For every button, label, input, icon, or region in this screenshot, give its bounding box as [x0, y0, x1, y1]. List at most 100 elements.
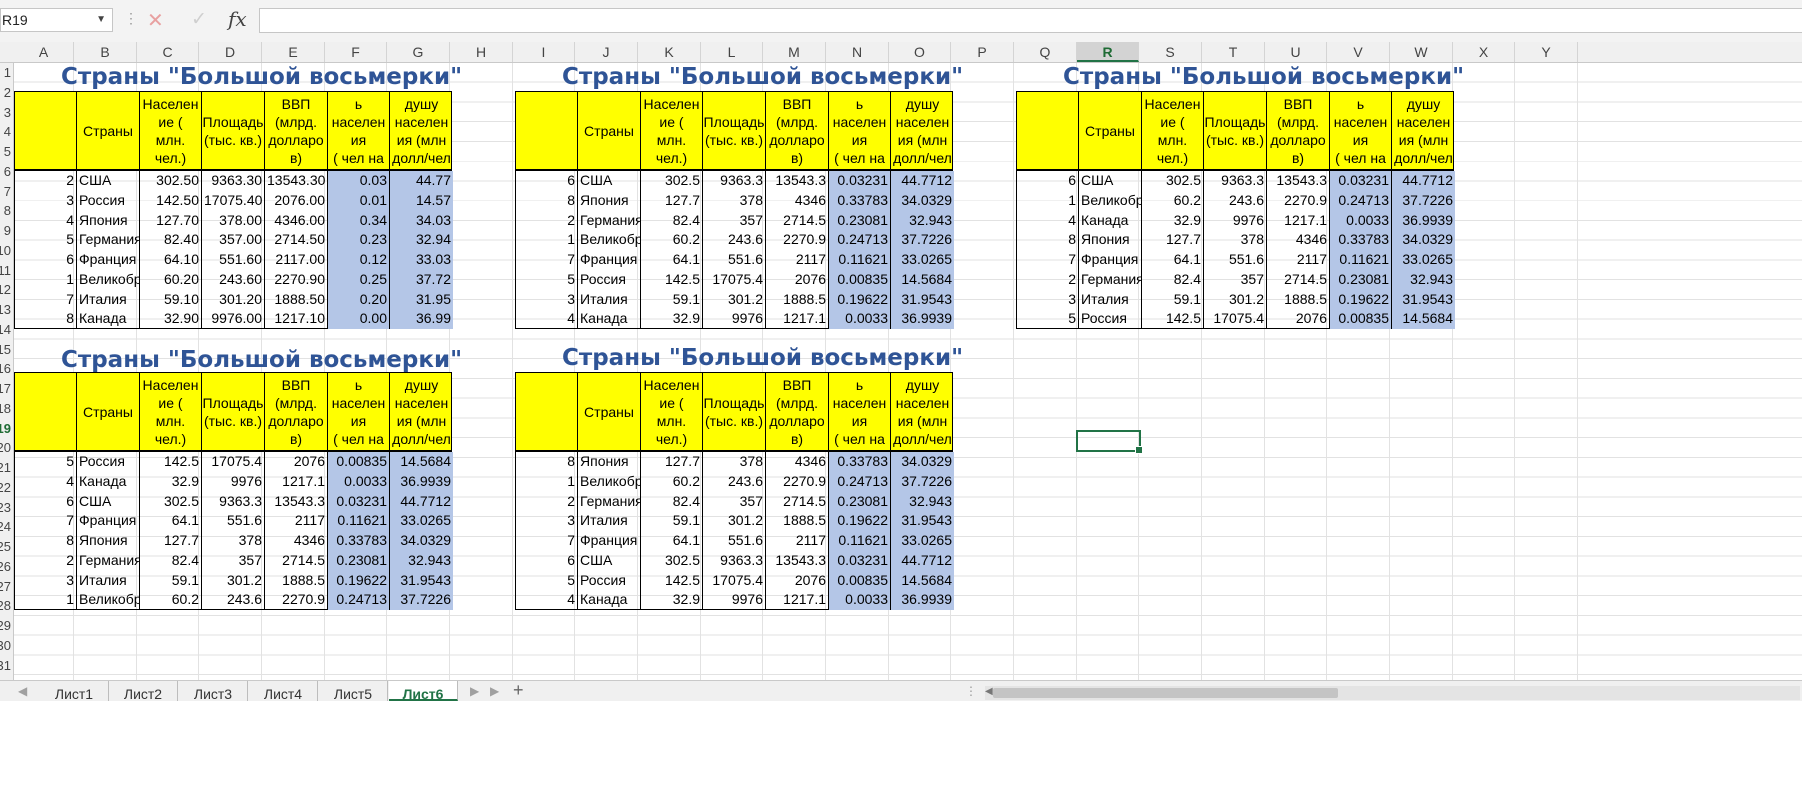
table-cell[interactable]: 6 — [15, 491, 77, 512]
table-cell[interactable]: 82.4 — [641, 210, 703, 231]
table-cell[interactable]: Италия — [77, 289, 140, 310]
row-header-1[interactable]: 1 — [0, 65, 11, 80]
table-cell[interactable]: Канада — [1079, 210, 1142, 231]
column-header-u[interactable]: U — [1265, 42, 1327, 62]
sheet-tab-2[interactable]: Лист2 — [109, 681, 178, 701]
table-cell[interactable]: 1 — [15, 590, 77, 610]
table-cell[interactable]: 357 — [703, 210, 766, 231]
table-cell[interactable]: 44.7712 — [390, 491, 453, 512]
table-cell[interactable]: Великобр — [578, 471, 641, 492]
header-cell[interactable]: Площадь (тыс. кв.) — [703, 373, 766, 450]
row-header-15[interactable]: 15 — [0, 342, 11, 357]
table-cell[interactable]: 34.0329 — [390, 531, 453, 551]
table-cell[interactable]: 1888.5 — [1267, 289, 1330, 310]
table-cell[interactable]: 0.03231 — [1330, 171, 1392, 191]
table-cell[interactable]: Япония — [1079, 230, 1142, 250]
table-cell[interactable]: 2714.5 — [265, 550, 328, 571]
table-cell[interactable]: Франция — [77, 250, 140, 270]
column-header-t[interactable]: T — [1202, 42, 1265, 62]
table-cell[interactable]: 301.2 — [202, 570, 265, 591]
table-cell[interactable]: 7 — [516, 250, 578, 270]
table-cell[interactable]: 302.50 — [140, 171, 202, 191]
table-cell[interactable]: 1888.5 — [766, 511, 829, 531]
table-cell[interactable]: 4346 — [265, 531, 328, 551]
table-cell[interactable]: 9363.3 — [202, 491, 265, 512]
table-cell[interactable]: 2714.50 — [265, 230, 328, 250]
table-cell[interactable]: 3 — [15, 570, 77, 591]
table-cell[interactable]: 2 — [15, 171, 77, 191]
table-cell[interactable]: 13543.3 — [1267, 171, 1330, 191]
row-header-19[interactable]: 19 — [0, 421, 11, 436]
table-cell[interactable]: 6 — [516, 550, 578, 571]
table-cell[interactable]: 0.0033 — [1330, 210, 1392, 231]
header-cell[interactable]: душу населен ия (млн долл/чел — [390, 92, 453, 169]
table-cell[interactable]: 0.33783 — [829, 190, 891, 211]
header-cell[interactable]: ь населен ия( чел на — [328, 92, 390, 169]
table-cell[interactable]: Канада — [77, 471, 140, 492]
row-header-29[interactable]: 29 — [0, 618, 11, 633]
column-header-g[interactable]: G — [387, 42, 450, 62]
table-cell[interactable]: 302.5 — [1142, 171, 1204, 191]
row-header-26[interactable]: 26 — [0, 559, 11, 574]
table-cell[interactable]: 9363.3 — [1204, 171, 1267, 191]
table-cell[interactable]: 357 — [202, 550, 265, 571]
header-cell[interactable]: Страны — [77, 92, 140, 169]
table-cell[interactable]: Великобр — [578, 230, 641, 250]
selected-cell[interactable] — [1076, 430, 1143, 454]
table-cell[interactable]: 2117 — [265, 511, 328, 531]
table-cell[interactable]: 0.03231 — [829, 171, 891, 191]
table-cell[interactable]: 2 — [516, 210, 578, 231]
table-cell[interactable]: 37.7226 — [390, 590, 453, 610]
table-cell[interactable]: 17075.4 — [1204, 309, 1267, 329]
table-cell[interactable]: 1 — [516, 471, 578, 492]
table-cell[interactable]: 551.6 — [703, 531, 766, 551]
column-header-k[interactable]: K — [638, 42, 701, 62]
add-sheet-icon[interactable]: + — [513, 681, 524, 699]
table-cell[interactable]: 2076 — [1267, 309, 1330, 329]
column-header-c[interactable]: C — [137, 42, 199, 62]
column-header-h[interactable]: H — [450, 42, 513, 62]
table-cell[interactable]: 2076 — [766, 570, 829, 591]
table-cell[interactable]: 82.4 — [641, 491, 703, 512]
header-cell[interactable]: Страны — [578, 92, 641, 169]
table-cell[interactable]: 1888.50 — [265, 289, 328, 310]
row-header-20[interactable]: 20 — [0, 440, 11, 455]
table-cell[interactable]: 0.23081 — [829, 210, 891, 231]
table-cell[interactable]: 127.7 — [140, 531, 202, 551]
table-cell[interactable]: 551.6 — [202, 511, 265, 531]
table-cell[interactable]: 301.2 — [703, 289, 766, 310]
table-cell[interactable]: 1888.5 — [265, 570, 328, 591]
row-header-24[interactable]: 24 — [0, 519, 11, 534]
sheet-tab-5[interactable]: Лист5 — [319, 681, 388, 701]
table-cell[interactable]: Италия — [578, 511, 641, 531]
table-title[interactable]: Страны "Большой восьмерки" — [61, 347, 462, 373]
table-cell[interactable]: Италия — [77, 570, 140, 591]
table-cell[interactable]: 2 — [15, 550, 77, 571]
table-cell[interactable]: 32.9 — [641, 309, 703, 329]
header-cell[interactable]: Населен ие (млн. чел.) — [1142, 92, 1204, 169]
table-cell[interactable]: 243.6 — [1204, 190, 1267, 211]
row-header-27[interactable]: 27 — [0, 579, 11, 594]
table-cell[interactable]: 1217.1 — [766, 309, 829, 329]
table-cell[interactable]: 4346 — [766, 190, 829, 211]
table-cell[interactable]: Великобр — [1079, 190, 1142, 211]
table-cell[interactable]: 36.9939 — [891, 309, 954, 329]
table-cell[interactable]: 551.60 — [202, 250, 265, 270]
column-header-e[interactable]: E — [262, 42, 325, 62]
row-header-14[interactable]: 14 — [0, 322, 11, 337]
table-cell[interactable]: 3 — [516, 511, 578, 531]
header-cell[interactable]: Площадь (тыс. кв.) — [202, 373, 265, 450]
scroll-tabs-right-icon[interactable]: ▶ — [470, 681, 479, 701]
row-header-12[interactable]: 12 — [0, 282, 11, 297]
table-cell[interactable]: 36.9939 — [891, 590, 954, 610]
column-header-q[interactable]: Q — [1014, 42, 1077, 62]
table-cell[interactable]: 0.03231 — [328, 491, 390, 512]
table-cell[interactable]: 5 — [516, 269, 578, 290]
table-cell[interactable]: 17075.4 — [202, 452, 265, 472]
table-cell[interactable]: Россия — [578, 269, 641, 290]
column-header-i[interactable]: I — [513, 42, 575, 62]
table-cell[interactable]: 9363.3 — [703, 550, 766, 571]
table-cell[interactable]: 1 — [1017, 190, 1079, 211]
row-header-25[interactable]: 25 — [0, 539, 11, 554]
scrollbar-thumb[interactable] — [993, 688, 1338, 698]
